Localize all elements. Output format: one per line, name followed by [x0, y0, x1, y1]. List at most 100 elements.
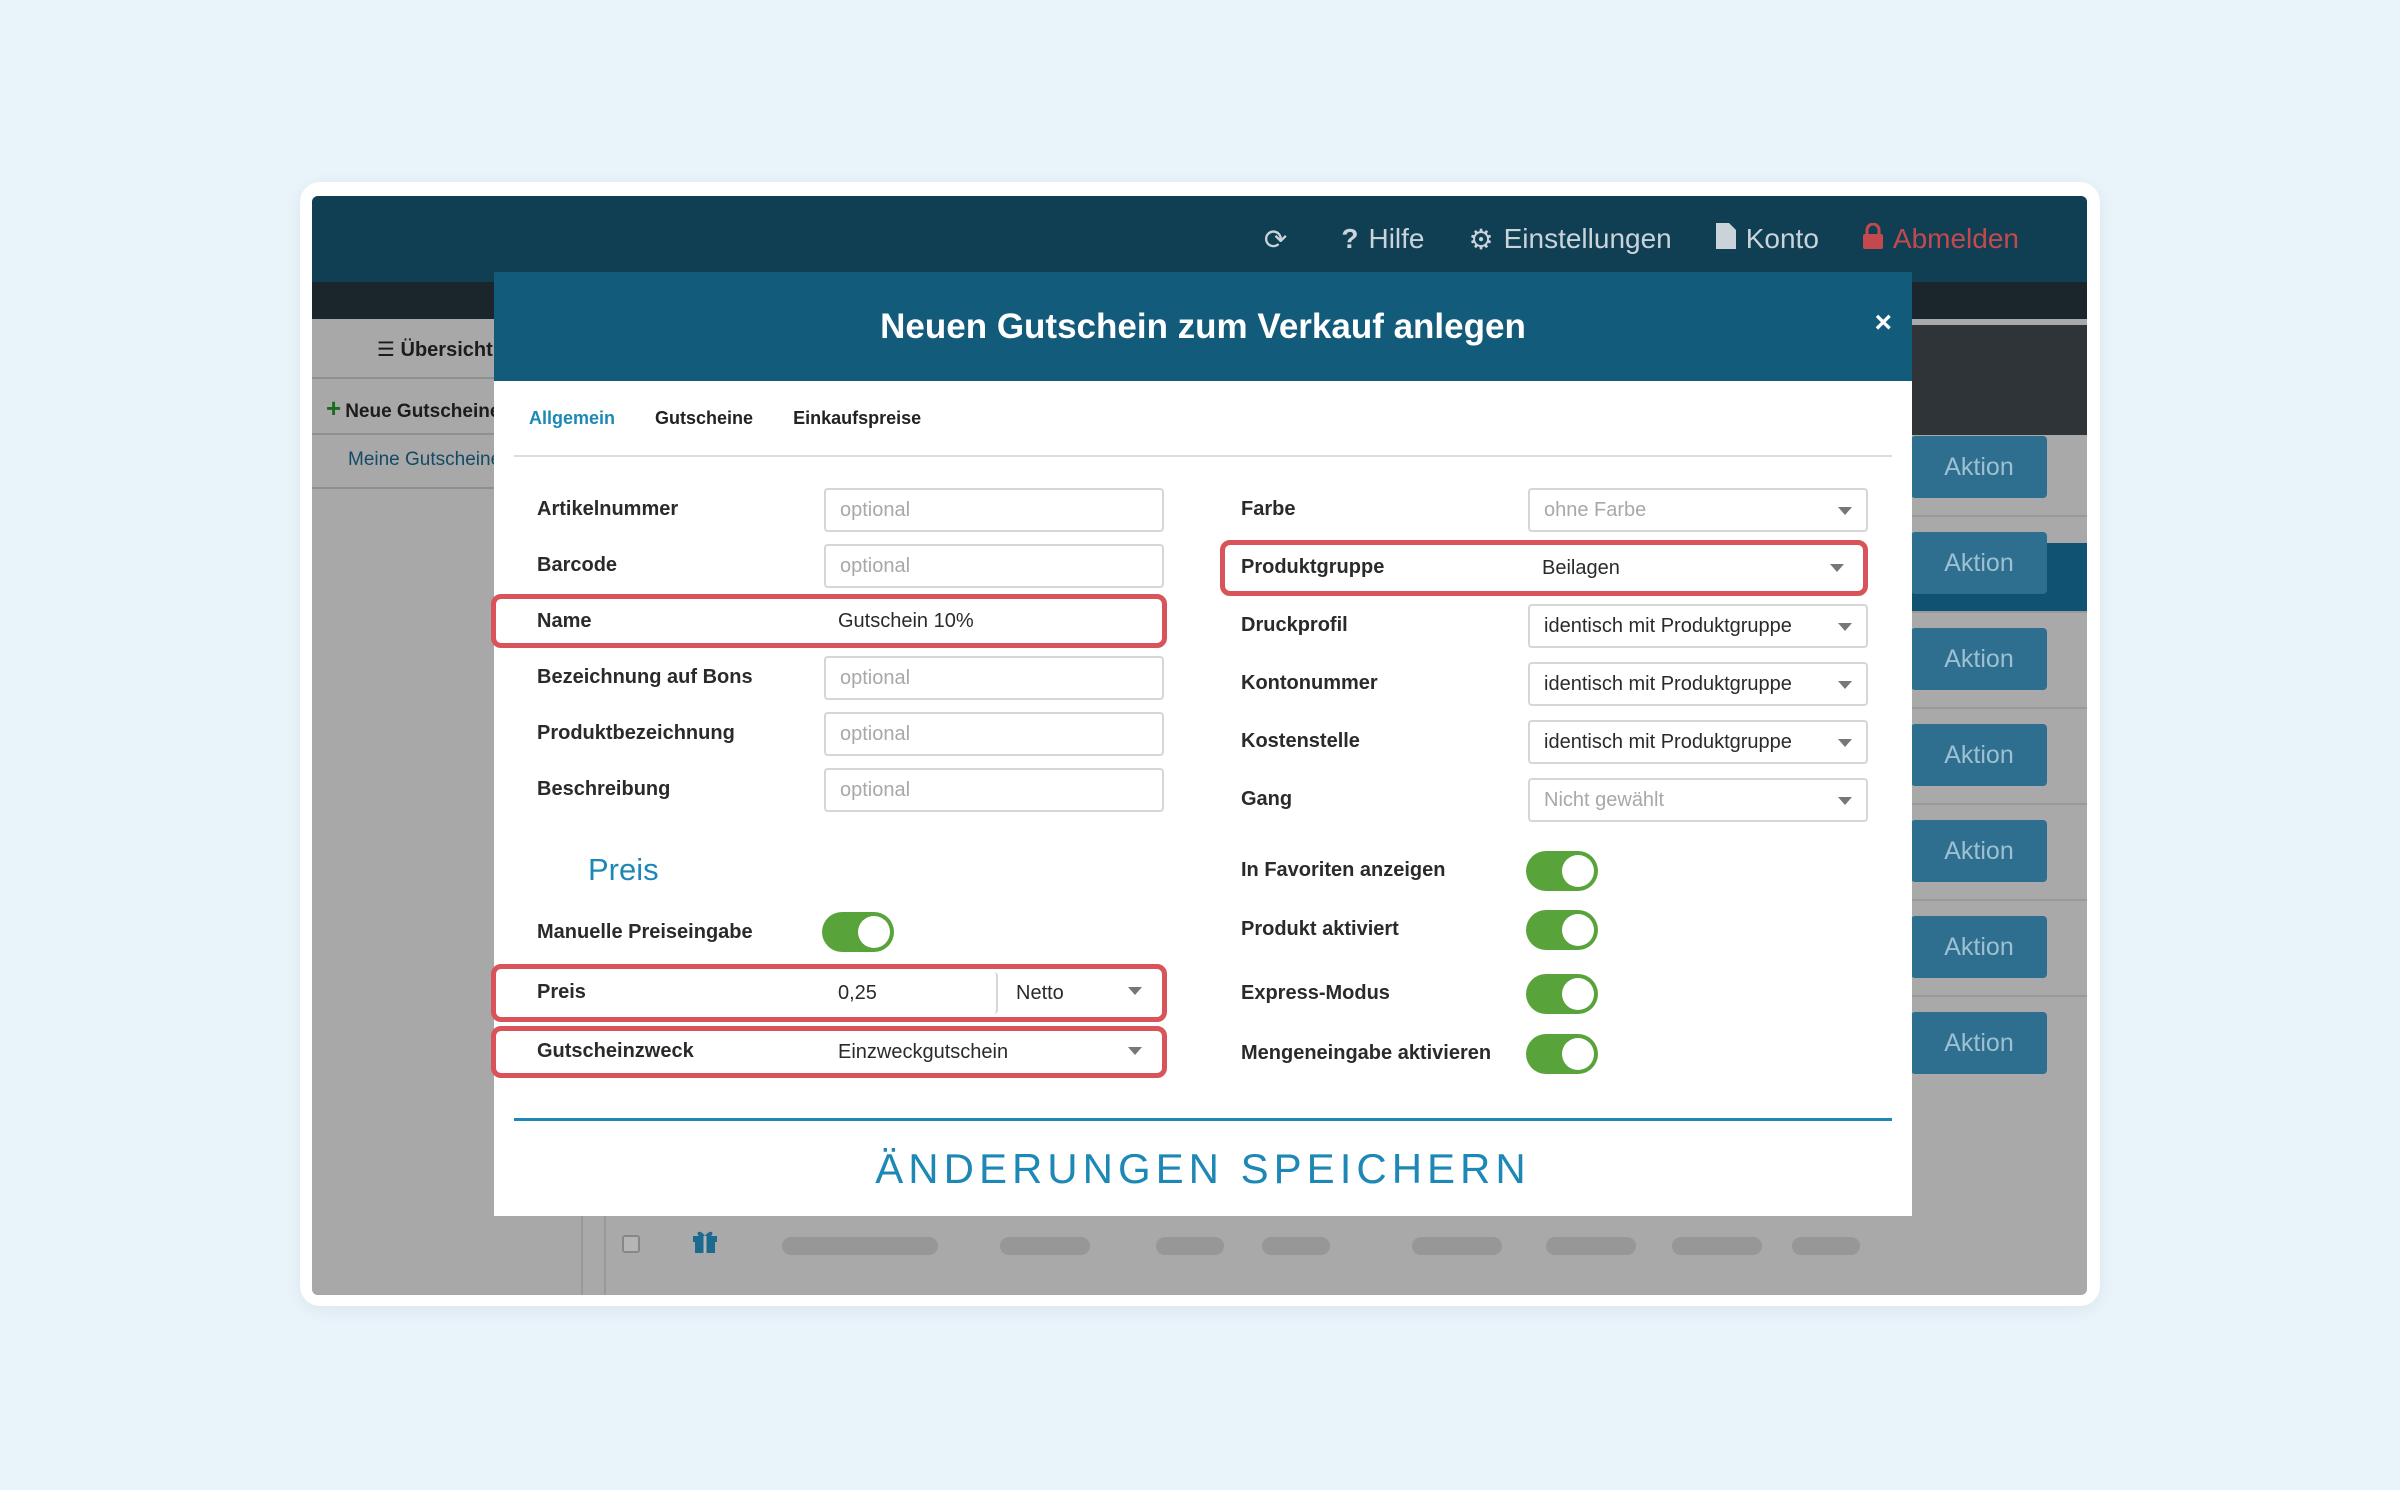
druckprofil-label: Druckprofil [1241, 614, 1348, 636]
farbe-select[interactable]: ohne Farbe [1528, 488, 1868, 532]
refresh-icon: ⟳ [1263, 223, 1288, 255]
gutscheinzweck-label: Gutscheinzweck [537, 1040, 694, 1062]
tab-gutscheine[interactable]: Gutscheine [655, 408, 753, 429]
kostenstelle-label: Kostenstelle [1241, 730, 1360, 752]
row-divider [1907, 803, 2087, 805]
settings-label: Einstellungen [1503, 223, 1672, 254]
close-icon[interactable]: × [1874, 306, 1892, 340]
aktion-button[interactable]: Aktion [1911, 820, 2047, 882]
aktiviert-label: Produkt aktiviert [1241, 918, 1399, 940]
toggle-knob [858, 916, 890, 948]
druckprofil-select[interactable]: identisch mit Produktgruppe [1528, 604, 1868, 648]
question-icon: ? [1341, 223, 1359, 254]
tab-einkaufspreise[interactable]: Einkaufspreise [793, 408, 921, 429]
modal-header: Neuen Gutschein zum Verkauf anlegen × [494, 272, 1912, 381]
row-divider [1907, 707, 2087, 709]
bezeichnung-bons-input[interactable]: optional [824, 656, 1164, 700]
beschreibung-input[interactable]: optional [824, 768, 1164, 812]
chevron-down-icon [1838, 507, 1852, 515]
list-icon: ☰ [377, 339, 401, 361]
gift-icon [692, 1229, 718, 1260]
toggle-knob [1562, 855, 1594, 887]
help-link[interactable]: ? Hilfe [1341, 223, 1424, 255]
plus-icon: + [326, 393, 342, 423]
lock-icon [1862, 222, 1883, 256]
document-icon [1715, 222, 1736, 256]
mengeneingabe-label: Mengeneingabe aktivieren [1241, 1042, 1492, 1064]
logout-link[interactable]: Abmelden [1862, 222, 2019, 256]
placeholder-bar [1000, 1237, 1090, 1255]
produktgruppe-label: Produktgruppe [1241, 556, 1385, 578]
kostenstelle-select[interactable]: identisch mit Produktgruppe [1528, 720, 1868, 764]
produktbezeichnung-input[interactable]: optional [824, 712, 1164, 756]
header-panel [1912, 325, 2087, 435]
aktion-button[interactable]: Aktion [1911, 436, 2047, 498]
gang-select[interactable]: Nicht gewählt [1528, 778, 1868, 822]
chevron-down-icon [1838, 681, 1852, 689]
table-row [622, 1229, 1912, 1259]
modal-title: Neuen Gutschein zum Verkauf anlegen [880, 306, 1526, 346]
manuelle-preiseingabe-toggle[interactable] [822, 912, 894, 952]
preis-section-title: Preis [588, 852, 659, 887]
aktion-button[interactable]: Aktion [1911, 628, 2047, 690]
placeholder-bar [1262, 1237, 1330, 1255]
barcode-input[interactable]: optional [824, 544, 1164, 588]
refresh-button[interactable]: ⟳ [1264, 223, 1297, 256]
chevron-down-icon [1838, 739, 1852, 747]
account-label: Konto [1745, 223, 1819, 254]
new-voucher-modal: Neuen Gutschein zum Verkauf anlegen × Al… [491, 272, 1912, 1216]
produktgruppe-select[interactable]: Beilagen [1528, 548, 1858, 588]
kontonummer-select[interactable]: identisch mit Produktgruppe [1528, 662, 1868, 706]
aktion-button[interactable]: Aktion [1911, 1012, 2047, 1074]
settings-link[interactable]: ⚙ Einstellungen [1469, 223, 1672, 256]
chevron-down-icon [1830, 564, 1844, 572]
toggle-knob [1562, 1038, 1594, 1070]
sidebar-header[interactable]: ☰ Übersicht [377, 337, 493, 362]
logout-label: Abmelden [1892, 223, 2019, 254]
aktion-button[interactable]: Aktion [1911, 916, 2047, 978]
artikelnummer-input[interactable]: optional [824, 488, 1164, 532]
placeholder-bar [1546, 1237, 1636, 1255]
kontonummer-label: Kontonummer [1241, 672, 1378, 694]
tab-allgemein[interactable]: Allgemein [529, 408, 615, 429]
preis-type-select[interactable]: Netto [1002, 972, 1156, 1014]
produktbezeichnung-label: Produktbezeichnung [537, 722, 735, 744]
help-label: Hilfe [1368, 223, 1425, 254]
row-divider [1907, 611, 2087, 613]
favoriten-label: In Favoriten anzeigen [1241, 859, 1446, 881]
save-changes-button[interactable]: ÄNDERUNGEN SPEICHERN [494, 1134, 1912, 1204]
toggle-knob [1562, 914, 1594, 946]
aktion-button[interactable]: Aktion [1911, 532, 2047, 594]
top-navigation-bar: ⟳ ? Hilfe ⚙ Einstellungen Konto Abmelden [312, 196, 2087, 282]
placeholder-bar [782, 1237, 938, 1255]
aktiviert-toggle[interactable] [1526, 910, 1598, 950]
placeholder-bar [1792, 1237, 1860, 1255]
preis-input[interactable]: 0,25 [824, 972, 998, 1014]
save-divider [514, 1118, 1892, 1121]
modal-tabs: Allgemein Gutscheine Einkaufspreise [529, 408, 961, 429]
mengeneingabe-toggle[interactable] [1526, 1034, 1598, 1074]
account-link[interactable]: Konto [1715, 222, 1819, 256]
favoriten-toggle[interactable] [1526, 851, 1598, 891]
name-input[interactable]: Gutschein 10% [824, 603, 1156, 639]
chevron-down-icon [1128, 1047, 1142, 1055]
barcode-label: Barcode [537, 554, 618, 576]
row-divider [1907, 899, 2087, 901]
placeholder-bar [1156, 1237, 1224, 1255]
preis-label: Preis [537, 981, 586, 1003]
manuelle-preiseingabe-label: Manuelle Preiseingabe [537, 921, 753, 943]
aktion-button[interactable]: Aktion [1911, 724, 2047, 786]
beschreibung-label: Beschreibung [537, 778, 671, 800]
toggle-knob [1562, 978, 1594, 1010]
sidebar-item-my-vouchers[interactable]: Meine Gutscheine [348, 449, 501, 471]
row-checkbox[interactable] [622, 1235, 640, 1253]
name-label: Name [537, 610, 592, 632]
express-toggle[interactable] [1526, 974, 1598, 1014]
placeholder-bar [1412, 1237, 1502, 1255]
farbe-label: Farbe [1241, 498, 1296, 520]
sidebar-item-new[interactable]: + Neue Gutscheine [326, 393, 500, 424]
gutscheinzweck-select[interactable]: Einzweckgutschein [824, 1034, 1156, 1070]
tabs-divider [514, 455, 1892, 457]
gears-icon: ⚙ [1468, 223, 1494, 255]
chevron-down-icon [1838, 797, 1852, 805]
